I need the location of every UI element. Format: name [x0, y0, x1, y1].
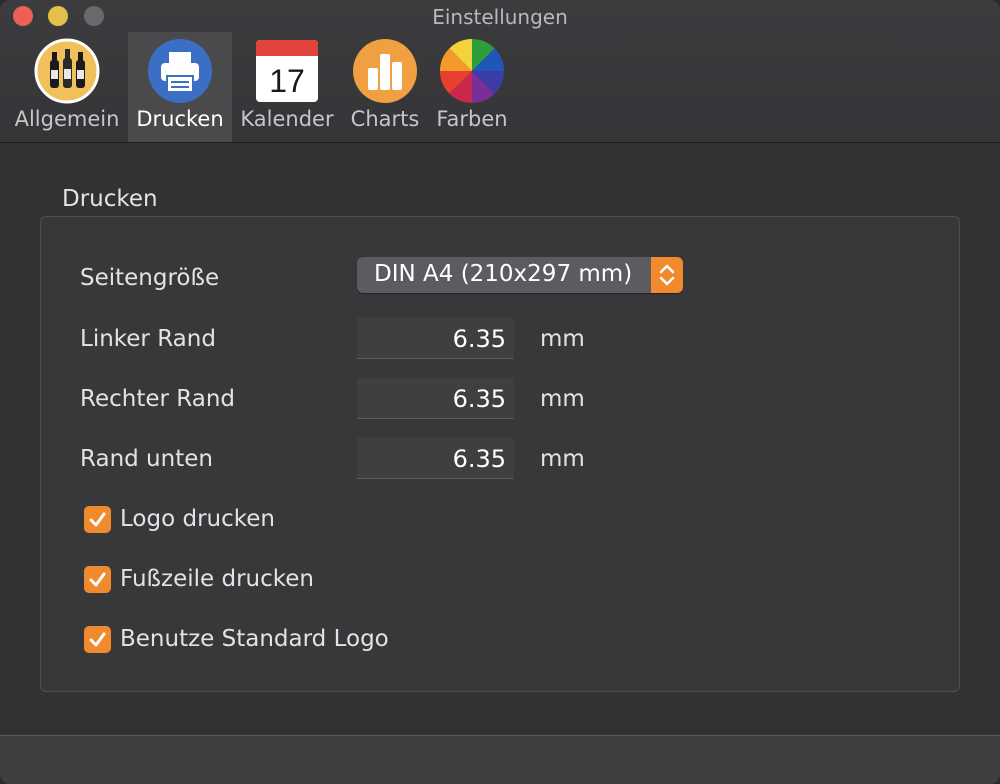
tab-label: Allgemein: [14, 107, 120, 131]
use-default-logo-label[interactable]: Benutze Standard Logo: [120, 626, 389, 652]
left-margin-field[interactable]: 6.35: [357, 318, 514, 359]
tab-label: Farben: [436, 107, 508, 131]
right-margin-field[interactable]: 6.35: [357, 378, 514, 419]
use-default-logo-checkbox[interactable]: [84, 626, 111, 653]
page-size-value: DIN A4 (210x297 mm): [374, 261, 633, 287]
tab-farben[interactable]: Farben: [430, 32, 514, 142]
left-margin-unit: mm: [540, 326, 585, 352]
bottom-margin-value: 6.35: [452, 445, 506, 473]
popup-stepper: [651, 257, 683, 293]
tab-allgemein[interactable]: Allgemein: [12, 32, 122, 142]
wine-bottles-icon: [34, 38, 100, 104]
left-margin-label: Linker Rand: [80, 326, 216, 352]
calendar-icon: 17: [256, 40, 318, 102]
bar-chart-icon: [353, 39, 417, 103]
color-wheel-icon: [440, 39, 504, 103]
window-title: Einstellungen: [432, 5, 568, 29]
bottom-margin-label: Rand unten: [80, 446, 213, 472]
bottom-bar: [0, 735, 1000, 784]
tab-label: Drucken: [136, 107, 224, 131]
bottom-margin-unit: mm: [540, 446, 585, 472]
right-margin-label: Rechter Rand: [80, 386, 236, 412]
preferences-window: Einstellungen Allgemein Drucken 17 Kalen…: [0, 0, 1000, 784]
page-size-label: Seitengröße: [80, 265, 220, 291]
right-margin-unit: mm: [540, 386, 585, 412]
print-logo-checkbox[interactable]: [84, 506, 111, 533]
page-size-popup[interactable]: DIN A4 (210x297 mm): [357, 257, 683, 293]
print-footer-label[interactable]: Fußzeile drucken: [120, 566, 314, 592]
group-title: Drucken: [62, 186, 158, 212]
print-logo-label[interactable]: Logo drucken: [120, 506, 275, 532]
tab-kalender[interactable]: 17 Kalender: [238, 32, 336, 142]
calendar-day-text: 17: [269, 63, 305, 99]
left-margin-value: 6.35: [452, 325, 506, 353]
checkmark-icon: [89, 632, 106, 647]
chevron-up-down-icon: [659, 264, 675, 286]
tab-charts[interactable]: Charts: [342, 32, 428, 142]
bottom-margin-field[interactable]: 6.35: [357, 438, 514, 479]
checkmark-icon: [89, 512, 106, 527]
titlebar: Einstellungen Allgemein Drucken 17 Kalen…: [0, 0, 1000, 143]
right-margin-value: 6.35: [452, 385, 506, 413]
tab-drucken[interactable]: Drucken: [128, 32, 232, 142]
tab-label: Charts: [350, 107, 420, 131]
checkmark-icon: [89, 572, 106, 587]
print-footer-checkbox[interactable]: [84, 566, 111, 593]
printer-icon: [148, 39, 212, 103]
tab-label: Kalender: [240, 107, 334, 131]
